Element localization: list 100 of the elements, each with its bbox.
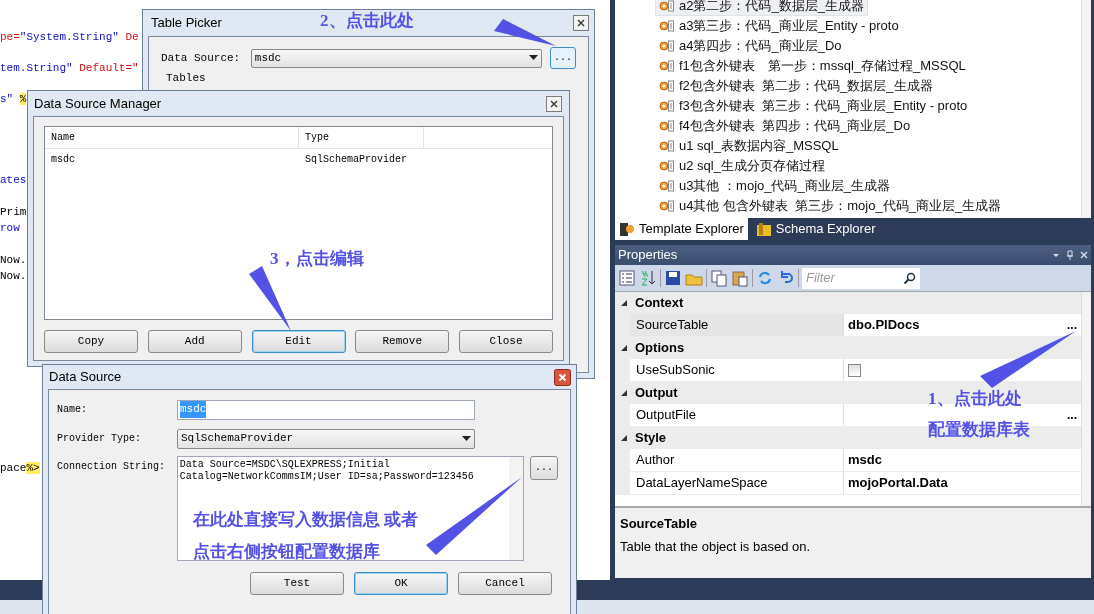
dialog-button[interactable]: Close xyxy=(459,330,553,353)
property-name[interactable]: OutputFile xyxy=(630,404,844,426)
property-value: dbo.PlDocs xyxy=(848,316,920,335)
field-label: Name: xyxy=(57,403,88,417)
close-icon[interactable] xyxy=(554,368,571,386)
property-name[interactable]: SourceTable xyxy=(630,314,844,336)
caret-icon xyxy=(529,55,539,61)
save-icon[interactable] xyxy=(664,269,682,287)
dialog-button[interactable]: Test xyxy=(250,572,344,595)
description-title: SourceTable xyxy=(620,515,699,533)
expand-triangle-icon[interactable] xyxy=(620,389,628,397)
dialog-button[interactable]: OK xyxy=(354,572,448,595)
category-header: Style xyxy=(635,429,667,448)
annotation-text: 1、点击此处 xyxy=(928,388,1022,410)
copy-icon[interactable] xyxy=(710,269,728,287)
template-icon xyxy=(659,139,675,153)
browse-button[interactable]: ... xyxy=(530,456,558,480)
field-label: Tables xyxy=(166,71,207,86)
annotation-text: 配置数据库表 xyxy=(928,419,1030,441)
scrollbar[interactable] xyxy=(509,457,524,560)
template-icon xyxy=(659,199,675,213)
tree-item[interactable]: u1 sql_表数据内容_MSSQL xyxy=(655,136,843,156)
tree-item[interactable]: u3其他 ：mojo_代码_商业层_生成器 xyxy=(655,176,894,196)
dialog-button[interactable]: Remove xyxy=(355,330,450,353)
template-icon xyxy=(659,99,675,113)
scrollbar[interactable] xyxy=(1081,292,1091,506)
table-cell-text: SqlSchemaProvider xyxy=(304,152,409,167)
category-header: Context xyxy=(635,294,684,313)
category-header: Output xyxy=(635,384,678,403)
pointer-arrow xyxy=(249,266,291,331)
template-icon xyxy=(659,39,675,53)
tree-item[interactable]: f2包含外键表 第二步：代码_数据层_生成器 xyxy=(655,76,937,96)
expand-triangle-icon[interactable] xyxy=(620,344,628,352)
template-icon xyxy=(659,19,675,33)
column-header[interactable]: Type xyxy=(299,127,424,148)
pointer-arrow xyxy=(494,19,556,46)
code-line: ates xyxy=(0,173,27,188)
property-name[interactable]: UseSubSonic xyxy=(630,359,844,381)
property-value: msdc xyxy=(848,451,882,470)
window-title: Table Picker xyxy=(151,14,222,33)
tree-item[interactable]: u4其他 包含外键表 第三步：mojo_代码_商业层_生成器 xyxy=(655,196,1006,216)
pin-icon[interactable] xyxy=(1066,250,1074,260)
dropdown-icon[interactable] xyxy=(1052,251,1060,259)
property-name[interactable]: Author xyxy=(630,449,844,471)
template-icon xyxy=(659,59,675,73)
column-header[interactable]: Name xyxy=(45,127,299,148)
template-folder-icon xyxy=(619,221,635,237)
template-icon xyxy=(659,159,675,173)
panel-title: Properties xyxy=(618,246,679,265)
code-line: row xyxy=(0,221,20,236)
annotation-text: 点击右侧按钮配置数据库 xyxy=(193,541,380,563)
property-name[interactable]: DataLayerNameSpace xyxy=(630,472,844,494)
tree-item[interactable]: a3第三步：代码_商业层_Entity - proto xyxy=(655,16,903,36)
annotation-text: 2、点击此处 xyxy=(320,10,414,32)
explorer-tab[interactable]: Schema Explorer xyxy=(751,218,880,240)
tree-item[interactable]: f1包含外键表 第一步：mssql_存储过程_MSSQL xyxy=(655,56,970,76)
browse-button[interactable]: ... xyxy=(550,47,576,69)
data-source-select[interactable]: msdc xyxy=(250,48,543,68)
field-label: Data Source: xyxy=(161,50,242,66)
database-folder-icon xyxy=(755,221,772,237)
template-icon xyxy=(659,119,675,133)
annotation-text: 在此处直接写入数据信息 或者 xyxy=(193,509,419,531)
dialog-button[interactable]: Cancel xyxy=(458,572,552,595)
template-icon xyxy=(659,179,675,193)
sort-alphabetical-icon[interactable] xyxy=(639,269,657,287)
field-label: Connection String: xyxy=(57,460,167,474)
property-value: mojoPortal.Data xyxy=(848,474,948,493)
close-icon[interactable] xyxy=(573,15,589,31)
dialog-button[interactable]: Copy xyxy=(44,330,138,353)
category-header: Options xyxy=(635,339,685,358)
code-line: Prim xyxy=(0,205,27,220)
tree-item[interactable]: a2第二步：代码_数据层_生成器 xyxy=(655,0,868,16)
caret-icon xyxy=(462,435,471,442)
categorized-icon[interactable] xyxy=(618,269,636,287)
code-line: tem.String" Default=" xyxy=(0,61,139,76)
paste-icon[interactable] xyxy=(731,269,749,287)
template-icon xyxy=(659,79,675,93)
window-title: Data Source Manager xyxy=(34,94,163,113)
description-text: Table that the object is based on. xyxy=(620,537,812,556)
code-line: pe="System.String" De xyxy=(0,30,139,45)
tree-item[interactable]: u2 sql_生成分页存储过程 xyxy=(655,156,829,176)
template-icon xyxy=(659,0,675,13)
expand-triangle-icon[interactable] xyxy=(620,434,628,442)
scrollbar[interactable] xyxy=(1081,0,1091,218)
dialog-button[interactable]: Edit xyxy=(251,330,346,353)
expand-triangle-icon[interactable] xyxy=(620,299,628,307)
provider-select[interactable]: SqlSchemaProvider xyxy=(177,428,475,449)
checkbox[interactable] xyxy=(848,363,861,377)
code-line: Now. xyxy=(0,253,27,268)
browse-button[interactable]: ... xyxy=(1067,410,1077,420)
browse-button[interactable]: ... xyxy=(1067,320,1077,330)
tree-item[interactable]: f3包含外键表 第三步：代码_商业层_Entity - proto xyxy=(655,96,972,116)
window-title: Data Source xyxy=(49,368,123,387)
dialog-button[interactable]: Add xyxy=(147,330,242,353)
tree-item[interactable]: f4包含外键表 第四步：代码_商业层_Do xyxy=(655,116,915,136)
tree-item[interactable]: a4第四步：代码_商业层_Do xyxy=(655,36,846,56)
refresh-icon[interactable] xyxy=(756,269,774,287)
annotation-text: 3，点击编辑 xyxy=(270,248,364,270)
explorer-tab[interactable]: Template Explorer xyxy=(615,218,748,240)
close-icon[interactable] xyxy=(546,95,562,112)
